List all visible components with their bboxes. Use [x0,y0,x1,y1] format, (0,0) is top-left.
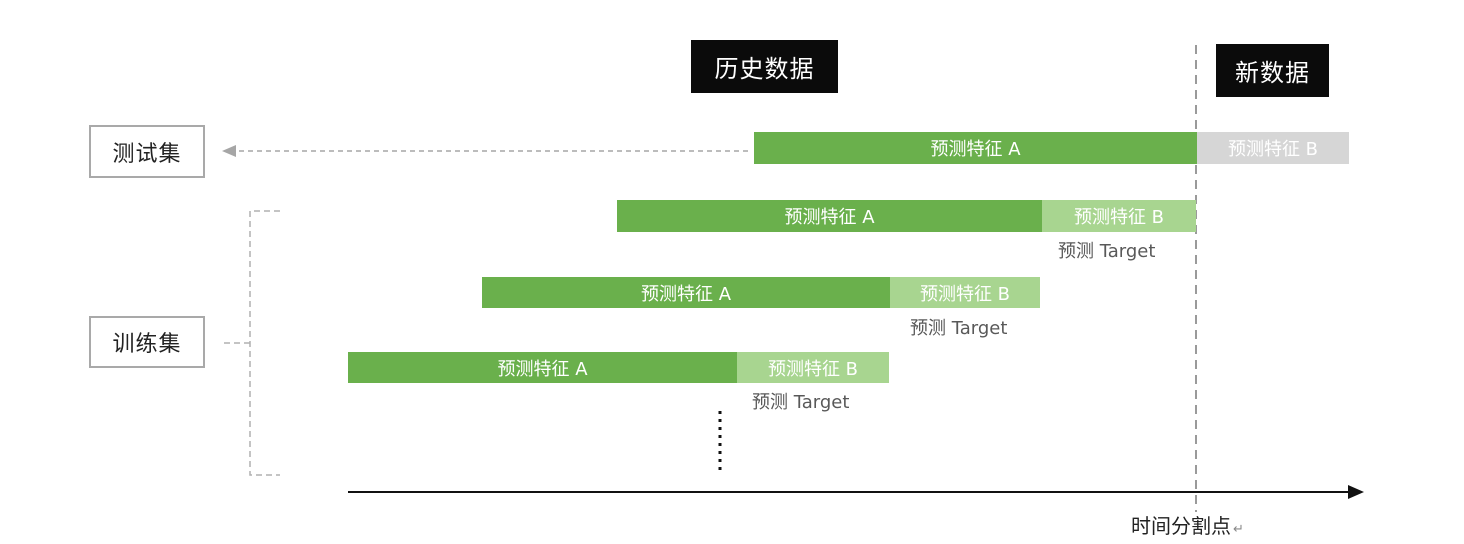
train-row-1-target-label: 预测 Target [1058,241,1156,262]
train-row-2-feature-a-bar: 预测特征 A [482,277,890,308]
train-row-3-feature-b-bar: 预测特征 B [737,352,889,383]
return-mark-icon: ↵ [1233,522,1244,537]
train-row-2-target-label: 预测 Target [910,318,1008,339]
time-split-text: 时间分割点 [1131,514,1231,538]
time-split-label: 时间分割点 ↵ [1131,510,1244,539]
test-feature-a-bar: 预测特征 A [754,132,1197,164]
test-feature-b-bar: 预测特征 B [1197,132,1349,164]
train-row-1-feature-a-bar: 预测特征 A [617,200,1042,232]
train-row-2-feature-b-bar: 预测特征 B [890,277,1040,308]
train-set-bracket [249,210,280,476]
connector-lines [222,45,1364,512]
train-row-1-feature-b-bar: 预测特征 B [1042,200,1196,232]
train-row-3-feature-a-bar: 预测特征 A [348,352,737,383]
time-axis-arrowhead [1348,485,1364,499]
test-set-arrowhead [222,145,236,157]
train-row-3-target-label: 预测 Target [752,392,850,413]
